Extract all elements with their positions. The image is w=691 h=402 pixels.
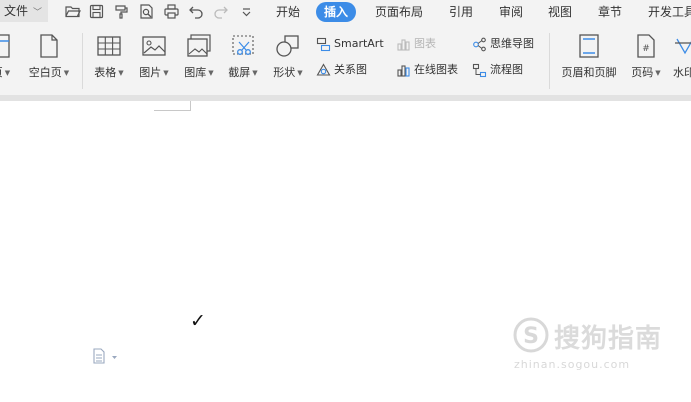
- screenshot-button[interactable]: 截屏 ▼: [226, 33, 260, 80]
- shape-button[interactable]: 形状 ▼: [271, 33, 305, 80]
- insert-ribbon: 页▼ 空白页▼ 表格▼ 图片▼ 图库▼: [0, 25, 691, 95]
- paste-options-icon[interactable]: [92, 348, 120, 364]
- tab-developer[interactable]: 开发工具: [648, 2, 691, 22]
- sogou-logo-icon: S: [513, 317, 549, 353]
- picture-label: 图片: [139, 66, 162, 79]
- format-painter-icon[interactable]: [113, 3, 130, 20]
- tab-page-layout[interactable]: 页面布局: [375, 2, 423, 22]
- table-button[interactable]: 表格 ▼: [92, 33, 126, 80]
- blank-page-label: 空白页: [28, 66, 62, 79]
- chart-button[interactable]: 图表: [396, 35, 436, 53]
- header-footer-button[interactable]: 页眉和页脚: [556, 33, 622, 80]
- blank-page-icon: [36, 33, 62, 59]
- tab-section[interactable]: 章节: [598, 2, 622, 22]
- tab-references[interactable]: 引用: [449, 2, 473, 22]
- gallery-button[interactable]: 图库 ▼: [182, 33, 216, 80]
- flowchart-icon: [472, 63, 487, 78]
- cover-page-button[interactable]: 页▼: [0, 33, 16, 80]
- file-menu[interactable]: 文件 ﹀: [0, 0, 49, 22]
- flowchart-label: 流程图: [490, 63, 523, 76]
- tab-view[interactable]: 视图: [548, 2, 572, 22]
- chart-label: 图表: [414, 37, 436, 50]
- redo-icon[interactable]: [212, 3, 229, 20]
- online-chart-icon: [396, 63, 411, 78]
- caret-down-icon: ▼: [4, 69, 11, 77]
- header-footer-label: 页眉和页脚: [561, 66, 617, 79]
- blank-page-button[interactable]: 空白页 ▼: [26, 33, 72, 80]
- tab-home[interactable]: 开始: [276, 2, 300, 22]
- watermark-url: zhinan.sogou.com: [514, 358, 631, 371]
- online-chart-button[interactable]: 在线图表: [396, 61, 458, 79]
- print-preview-icon[interactable]: [138, 3, 155, 20]
- screenshot-label: 截屏: [228, 66, 251, 79]
- header-footer-icon: [576, 33, 602, 59]
- wps-writer-window: 文件 ﹀ 开始 插入 页面布局 引用 审阅 视图 章节 开发工具 ▼ 空白页 ▼…: [0, 0, 691, 402]
- page-number-label: 页码: [631, 66, 654, 79]
- smartart-label: SmartArt: [334, 37, 384, 50]
- sogou-watermark: S 搜狗指南 zhinan.sogou.com: [512, 314, 672, 374]
- customize-toolbar-icon[interactable]: [238, 3, 255, 20]
- table-icon: [96, 33, 122, 59]
- page-number-icon: #: [633, 33, 659, 59]
- watermark-button[interactable]: 水印: [673, 33, 691, 80]
- mindmap-icon: [472, 37, 487, 52]
- caret-down-icon: ▼: [163, 69, 169, 77]
- flowchart-button[interactable]: 流程图: [472, 61, 523, 79]
- open-folder-icon[interactable]: [64, 3, 81, 20]
- gallery-label: 图库: [184, 66, 207, 79]
- document-page[interactable]: ✓ S 搜狗指南 zhinan.sogou.com: [0, 101, 691, 402]
- picture-icon: [141, 33, 167, 59]
- gallery-icon: [186, 33, 212, 59]
- watermark-label: 水印: [673, 66, 691, 79]
- online-chart-label: 在线图表: [414, 63, 458, 76]
- shape-icon: [275, 33, 301, 59]
- caret-down-icon: ▼: [63, 69, 70, 77]
- table-label: 表格: [94, 66, 117, 79]
- page-margin-corner-mark: [154, 110, 191, 111]
- file-menu-label: 文件: [4, 4, 29, 18]
- watermark-text: 搜狗指南: [554, 324, 663, 354]
- save-icon[interactable]: [88, 3, 105, 20]
- mindmap-label: 思维导图: [490, 37, 534, 50]
- ribbon-divider: [82, 33, 83, 89]
- chevron-down-icon: ﹀: [33, 8, 43, 18]
- mindmap-button[interactable]: 思维导图: [472, 35, 534, 53]
- screenshot-icon: [230, 33, 256, 59]
- shape-label: 形状: [273, 66, 296, 79]
- svg-text:S: S: [523, 324, 539, 349]
- relation-diagram-label: 关系图: [334, 63, 367, 76]
- smartart-button[interactable]: SmartArt: [316, 35, 384, 53]
- cover-page-label: 页: [0, 66, 3, 79]
- tab-insert[interactable]: 插入: [316, 2, 357, 22]
- print-icon[interactable]: [163, 3, 180, 20]
- watermark-icon: [673, 33, 691, 59]
- caret-down-icon: ▼: [208, 69, 214, 77]
- relation-diagram-icon: [316, 62, 331, 78]
- page-number-button[interactable]: # 页码 ▼: [628, 33, 664, 80]
- undo-icon[interactable]: [188, 3, 205, 20]
- bar-chart-icon: [396, 37, 411, 52]
- checkmark-symbol: ✓: [190, 310, 206, 332]
- svg-text:#: #: [642, 44, 650, 54]
- cover-page-icon: [0, 33, 14, 59]
- caret-down-icon: ▼: [118, 69, 124, 77]
- picture-button[interactable]: 图片 ▼: [137, 33, 171, 80]
- caret-down-icon: ▼: [297, 69, 303, 77]
- page-margin-corner-mark: [190, 101, 191, 111]
- tab-review[interactable]: 审阅: [499, 2, 523, 22]
- caret-down-icon: ▼: [655, 69, 661, 77]
- caret-down-icon: ▼: [252, 69, 258, 77]
- smartart-icon: [316, 37, 331, 52]
- menu-bar: 文件 ﹀ 开始 插入 页面布局 引用 审阅 视图 章节 开发工具: [0, 0, 691, 25]
- ribbon-divider: [549, 33, 550, 89]
- relation-diagram-button[interactable]: 关系图: [316, 61, 367, 79]
